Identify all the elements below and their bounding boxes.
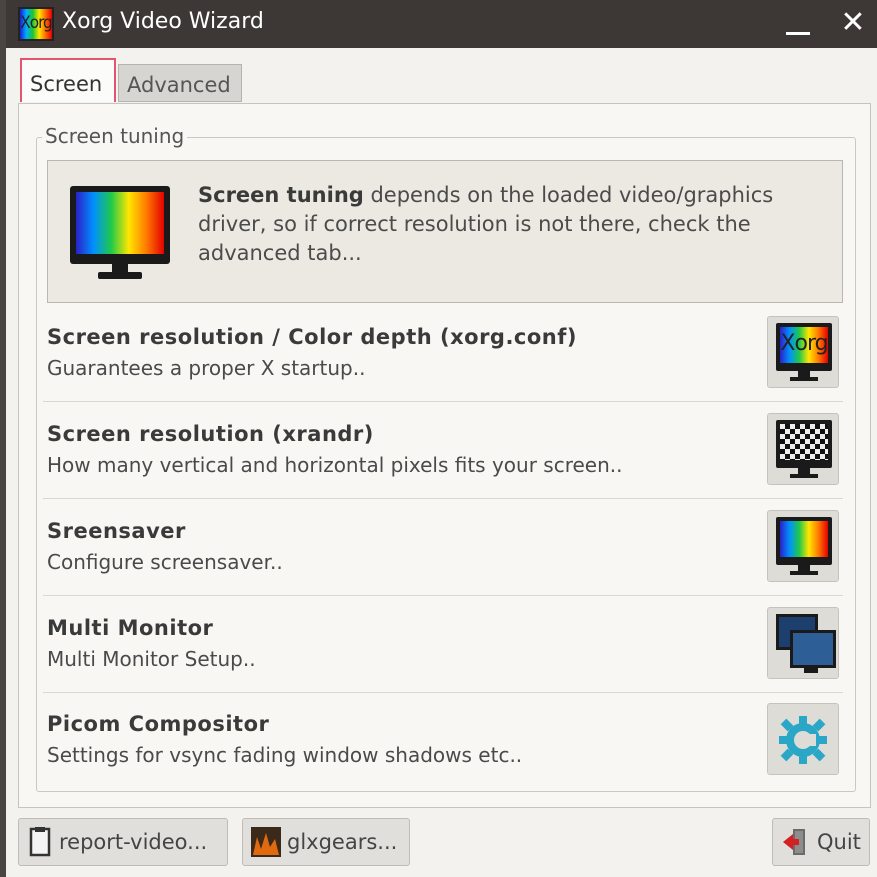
quit-button[interactable]: Quit <box>772 818 870 866</box>
picom-gear-icon <box>779 716 827 764</box>
row-multi-monitor[interactable]: Multi Monitor Multi Monitor Setup.. <box>43 616 847 712</box>
tab-screen[interactable]: Screen <box>20 58 116 102</box>
row-description: Settings for vsync fading window shadows… <box>47 743 523 767</box>
row-picom[interactable]: Picom Compositor Settings for vsync fadi… <box>47 712 847 808</box>
row-title: Multi Monitor <box>47 616 214 640</box>
bottom-button-bar: report-video... glxgears... Quit <box>6 812 877 877</box>
multi-monitor-button[interactable] <box>767 607 839 679</box>
report-video-label: report-video... <box>59 830 208 854</box>
report-video-button[interactable]: report-video... <box>18 818 228 866</box>
info-text-bold: Screen tuning <box>198 183 364 207</box>
row-screensaver[interactable]: Sreensaver Configure screensaver.. <box>43 519 847 615</box>
row-xrandr[interactable]: Screen resolution (xrandr) How many vert… <box>43 422 847 518</box>
title-bar[interactable]: Xorg Xorg Video Wizard ✕ <box>6 0 877 48</box>
app-window: Xorg Xorg Video Wizard ✕ Screen Advanced… <box>6 0 877 877</box>
picom-button[interactable] <box>767 703 839 775</box>
info-text: Screen tuning depends on the loaded vide… <box>198 181 838 268</box>
glxgears-icon <box>251 827 281 857</box>
xorg-monitor-icon: Xorg <box>776 323 832 371</box>
minimize-button[interactable] <box>786 32 810 35</box>
glxgears-button[interactable]: glxgears... <box>242 818 410 866</box>
row-title: Sreensaver <box>47 519 186 543</box>
row-description: Guarantees a proper X startup.. <box>47 356 366 380</box>
tab-advanced[interactable]: Advanced <box>118 64 242 102</box>
xrandr-monitor-icon <box>776 420 832 468</box>
row-title: Screen resolution / Color depth (xorg.co… <box>47 325 577 349</box>
screen-tuning-monitor-icon <box>70 186 170 286</box>
document-icon <box>29 827 51 857</box>
glxgears-label: glxgears... <box>287 830 398 854</box>
close-button[interactable]: ✕ <box>836 6 870 40</box>
row-description: Configure screensaver.. <box>47 550 283 574</box>
row-title: Picom Compositor <box>47 712 270 736</box>
frame-label: Screen tuning <box>42 124 188 148</box>
xorg-app-icon: Xorg <box>18 7 54 41</box>
row-title: Screen resolution (xrandr) <box>47 422 374 446</box>
xrandr-button[interactable] <box>767 413 839 485</box>
screensaver-button[interactable] <box>767 510 839 582</box>
screensaver-monitor-icon <box>776 517 832 565</box>
row-xorg-conf[interactable]: Screen resolution / Color depth (xorg.co… <box>43 325 847 421</box>
exit-door-icon <box>783 829 805 855</box>
row-description: Multi Monitor Setup.. <box>47 647 256 671</box>
quit-label: Quit <box>817 830 861 854</box>
xorg-conf-button[interactable]: Xorg <box>767 316 839 388</box>
window-title: Xorg Video Wizard <box>62 9 264 34</box>
row-description: How many vertical and horizontal pixels … <box>47 453 623 477</box>
